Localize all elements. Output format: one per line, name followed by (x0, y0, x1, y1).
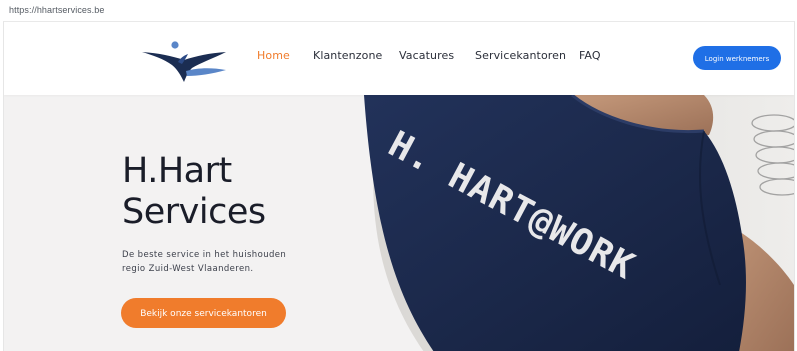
subtitle-line-1: De beste service in het huishouden (122, 250, 287, 260)
browser-address-bar[interactable]: https://hhartservices.be (0, 0, 797, 20)
nav-item-faq[interactable]: FAQ (579, 49, 601, 62)
h-hart-logo-icon[interactable] (138, 38, 230, 82)
site-header: Home Klantenzone Vacatures Servicekantor… (4, 22, 794, 95)
url-text[interactable]: https://hhartservices.be (9, 5, 104, 15)
title-line-2: Services (122, 192, 266, 232)
nav-item-vacatures[interactable]: Vacatures (399, 49, 454, 62)
nav-item-home[interactable]: Home (257, 49, 290, 62)
subtitle-line-2: regio Zuid-West Vlaanderen. (122, 264, 254, 274)
page-title: H.Hart Services (122, 151, 266, 233)
page-viewport: Home Klantenzone Vacatures Servicekantor… (3, 21, 795, 351)
hero-subtitle: De beste service in het huishouden regio… (122, 248, 286, 276)
title-line-1: H.Hart (122, 151, 232, 191)
hero-section: H. HART@WORK H.Hart Services De beste se… (4, 95, 794, 351)
bekijk-servicekantoren-button[interactable]: Bekijk onze servicekantoren (121, 298, 286, 328)
nav-item-klantenzone[interactable]: Klantenzone (313, 49, 382, 62)
login-werknemers-button[interactable]: Login werknemers (693, 46, 781, 70)
nav-item-servicekantoren[interactable]: Servicekantoren (475, 49, 566, 62)
